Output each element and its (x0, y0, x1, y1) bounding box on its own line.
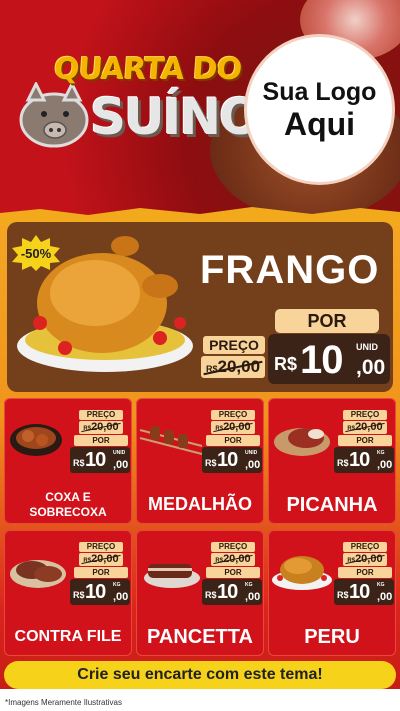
hero-banner: QUARTA DO SUÍNO Sua Logo Aqui (0, 0, 400, 220)
featured-preco-label: PREÇO (203, 336, 265, 354)
product-card[interactable]: PREÇO R$20,00 POR R$10 UNID ,00 COXA E SOB… (4, 398, 132, 524)
price-decimal: ,00 (113, 591, 129, 603)
picanha-image (274, 428, 330, 456)
product-card[interactable]: PREÇO R$20,00 POR R$10 KG ,00 CONTRA FILE (4, 530, 132, 656)
preco-label: PREÇO (211, 410, 255, 420)
featured-price: R$ 10 UNID ,00 (268, 334, 390, 384)
disclaimer-text: *Imagens Meramente Ilustrativas (5, 698, 122, 707)
title-line-1: QUARTA DO (52, 52, 243, 87)
product-card[interactable]: PREÇO R$20,00 POR R$10 KG ,00 PICANHA (268, 398, 396, 524)
product-name: PICANHA (286, 494, 378, 516)
product-name: COXA E SOBRECOXA (29, 490, 107, 519)
price-currency: R$ (205, 590, 217, 600)
discount-badge: -50% (10, 234, 62, 272)
price-unit: UNID (113, 450, 126, 456)
por-label: POR (338, 567, 392, 578)
price-currency: R$ (337, 590, 349, 600)
por-label: POR (206, 435, 260, 446)
price-currency: R$ (274, 354, 298, 374)
price-integer: 10 (349, 581, 370, 603)
product-name: MEDALHÃO (148, 494, 252, 514)
old-price: R$20,00 (343, 421, 387, 434)
price-integer: 10 (217, 449, 238, 471)
price-integer: 10 (349, 449, 370, 471)
price-integer: 10 (217, 581, 238, 603)
price: R$ 10 UNID ,00 (70, 447, 130, 473)
price-integer: 10 (300, 338, 343, 382)
medalhao-image (139, 426, 203, 455)
price-decimal: ,00 (113, 459, 129, 471)
price-decimal: ,00 (356, 356, 386, 379)
old-price: R$20,00 (79, 553, 123, 566)
product-name: PERU (304, 626, 360, 648)
price-currency: R$ (337, 458, 349, 468)
price: R$ 10 KG ,00 (334, 447, 394, 473)
footer: *Imagens Meramente Ilustrativas (0, 689, 400, 711)
title-line-2: SUÍNO (90, 88, 262, 146)
pig-icon (19, 82, 89, 148)
por-label: POR (338, 435, 392, 446)
cta-banner[interactable]: Crie seu encarte com este tema! (4, 661, 396, 689)
product-card[interactable]: PREÇO R$20,00 POR R$10 KG ,00 PERU (268, 530, 396, 656)
price-unit: KG (377, 450, 385, 456)
price: R$ 10 KG ,00 (202, 579, 262, 605)
price-integer: 10 (85, 581, 106, 603)
preco-label: PREÇO (79, 410, 123, 420)
price: R$ 10 KG ,00 (70, 579, 130, 605)
price-unit: KG (113, 582, 121, 588)
price-unit: UNID (356, 342, 378, 352)
price-currency: R$ (205, 458, 217, 468)
old-price: R$20,00 (79, 421, 123, 434)
price-currency: R$ (73, 590, 85, 600)
preco-label: PREÇO (211, 542, 255, 552)
preco-label: PREÇO (343, 410, 387, 420)
preco-label: PREÇO (343, 542, 387, 552)
price-decimal: ,00 (377, 459, 393, 471)
price-unit: KG (245, 582, 253, 588)
price-decimal: ,00 (377, 591, 393, 603)
product-name: CONTRA FILE (14, 628, 122, 645)
por-label: POR (74, 567, 128, 578)
coxa-sobrecoxa-image (10, 424, 62, 456)
price-decimal: ,00 (245, 459, 261, 471)
price: R$ 10 UNID ,00 (202, 447, 262, 473)
product-name: PANCETTA (147, 626, 253, 648)
old-price: R$20,00 (211, 421, 255, 434)
pancetta-image (144, 564, 200, 588)
price-currency: R$ (73, 458, 85, 468)
old-price: R$20,00 (211, 553, 255, 566)
featured-por-label: POR (275, 309, 379, 333)
old-price: R$20,00 (343, 553, 387, 566)
preco-label: PREÇO (79, 542, 123, 552)
contra-file-image (10, 560, 66, 588)
price: R$ 10 KG ,00 (334, 579, 394, 605)
discount-text: -50% (20, 245, 52, 261)
price-unit: KG (377, 582, 385, 588)
event-title: QUARTA DO SUÍNO (8, 48, 262, 168)
peru-image (272, 556, 332, 590)
price-unit: UNID (245, 450, 258, 456)
product-card[interactable]: PREÇO R$20,00 POR R$10 UNID ,00 MEDALHÃO (136, 398, 264, 524)
product-card[interactable]: PREÇO R$20,00 POR R$10 KG ,00 PANCETTA (136, 530, 264, 656)
logo-placeholder[interactable]: Sua Logo Aqui (247, 37, 392, 182)
price-integer: 10 (85, 449, 106, 471)
por-label: POR (206, 567, 260, 578)
logo-text-line-1: Sua Logo (262, 77, 377, 106)
logo-text-line-2: Aqui (283, 105, 356, 142)
por-label: POR (74, 435, 128, 446)
price-decimal: ,00 (245, 591, 261, 603)
featured-product-name: FRANGO (200, 248, 380, 292)
featured-old-price: R$20,00 (201, 356, 265, 378)
